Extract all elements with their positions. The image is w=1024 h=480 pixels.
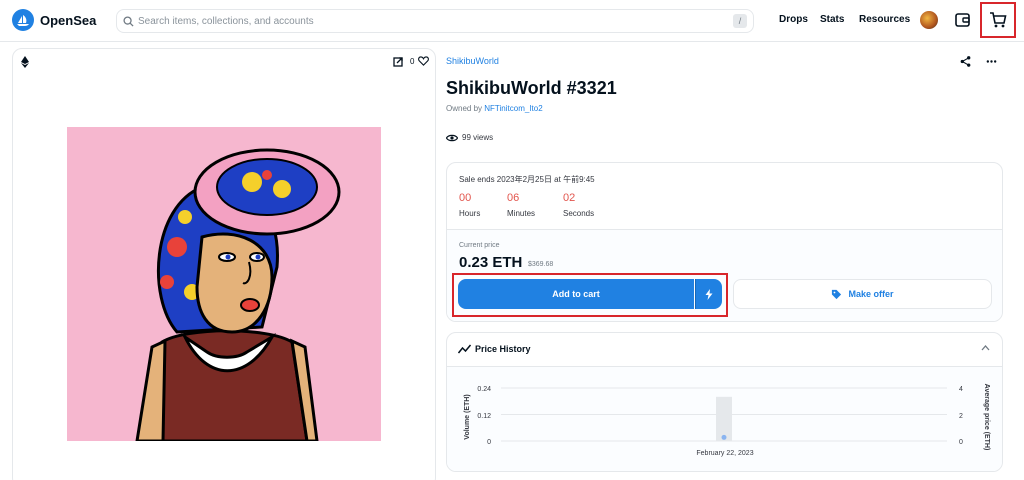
countdown-minutes: 06 Minutes bbox=[507, 192, 535, 218]
price-history-panel: Price History Volume (ETH) Average price… bbox=[446, 332, 1003, 472]
views-text: 99 views bbox=[462, 133, 494, 142]
left-tick-label: 0 bbox=[487, 439, 491, 446]
nft-image-panel: 0 bbox=[12, 48, 436, 480]
more-options-icon[interactable] bbox=[986, 56, 997, 67]
countdown-label: Seconds bbox=[563, 209, 595, 218]
right-tick-label: 4 bbox=[959, 386, 963, 393]
price-history-chart-area: Volume (ETH) Average price (ETH) 0.24 0.… bbox=[447, 367, 1002, 471]
nft-title: ShikibuWorld #3321 bbox=[446, 78, 617, 98]
right-tick-label: 0 bbox=[959, 439, 963, 446]
search-input[interactable] bbox=[138, 15, 718, 27]
make-offer-label: Make offer bbox=[848, 289, 894, 299]
expand-icon[interactable] bbox=[393, 57, 403, 67]
tag-icon bbox=[832, 289, 842, 299]
right-tick-label: 2 bbox=[959, 413, 963, 420]
ethereum-icon bbox=[21, 56, 29, 68]
current-price-label: Current price bbox=[459, 242, 500, 249]
wallet-button[interactable] bbox=[954, 11, 972, 29]
countdown-value: 02 bbox=[563, 192, 576, 204]
sale-ends-text: Sale ends 2023年2月25日 at 午前9:45 bbox=[459, 175, 595, 184]
countdown-hours: 00 Hours bbox=[459, 192, 480, 218]
trending-icon bbox=[458, 344, 471, 354]
profile-avatar[interactable] bbox=[920, 11, 938, 29]
collection-link[interactable]: ShikibuWorld bbox=[446, 56, 499, 66]
price-history-title: Price History bbox=[475, 344, 531, 354]
owned-by-label: Owned by bbox=[446, 104, 483, 113]
countdown-value: 00 bbox=[459, 192, 472, 204]
cart-button[interactable] bbox=[980, 2, 1016, 38]
image-toolbar: 0 bbox=[13, 49, 435, 75]
quick-buy-button[interactable] bbox=[695, 279, 722, 309]
view-count: 99 views bbox=[446, 133, 493, 142]
search-icon bbox=[123, 15, 134, 27]
owner-link[interactable]: NFTinitcom_Ito2 bbox=[484, 104, 542, 113]
price-usd: $369.68 bbox=[528, 261, 554, 268]
countdown-label: Hours bbox=[459, 209, 481, 218]
favorite-count: 0 bbox=[410, 57, 415, 66]
eye-icon bbox=[446, 134, 458, 141]
nav-drops[interactable]: Drops bbox=[779, 14, 808, 25]
owned-by: Owned by NFTinitcom_Ito2 bbox=[446, 104, 543, 113]
make-offer-button[interactable]: Make offer bbox=[733, 279, 992, 309]
add-to-cart-button[interactable]: Add to cart bbox=[458, 279, 694, 309]
wallet-icon bbox=[955, 13, 970, 27]
top-navbar: OpenSea / Drops Stats Resources bbox=[0, 0, 1024, 42]
search-shortcut-key: / bbox=[733, 14, 747, 28]
left-tick-label: 0.24 bbox=[477, 386, 491, 393]
search-bar[interactable]: / bbox=[116, 9, 754, 33]
price-history-header[interactable]: Price History bbox=[447, 333, 1002, 367]
nft-artwork[interactable] bbox=[67, 127, 381, 441]
cart-icon bbox=[990, 12, 1007, 28]
countdown-seconds: 02 Seconds bbox=[563, 192, 594, 218]
heart-icon[interactable] bbox=[418, 56, 429, 66]
share-icon[interactable] bbox=[960, 56, 971, 67]
x-tick-label: February 22, 2023 bbox=[696, 450, 753, 457]
nav-stats[interactable]: Stats bbox=[820, 14, 844, 25]
left-axis-label: Volume (ETH) bbox=[464, 394, 471, 439]
volume-bar[interactable] bbox=[716, 396, 732, 441]
countdown-label: Minutes bbox=[507, 209, 536, 218]
opensea-logo[interactable]: OpenSea bbox=[12, 9, 96, 31]
logo-text: OpenSea bbox=[40, 12, 97, 28]
countdown-value: 06 bbox=[507, 192, 520, 204]
right-axis-label: Average price (ETH) bbox=[983, 384, 990, 451]
lightning-icon bbox=[705, 288, 713, 300]
average-price-point[interactable] bbox=[721, 434, 727, 440]
price-history-chart: Volume (ETH) Average price (ETH) 0.24 0.… bbox=[464, 384, 990, 457]
left-tick-label: 0.12 bbox=[477, 413, 491, 420]
nav-resources[interactable]: Resources bbox=[859, 14, 910, 25]
opensea-logo-icon bbox=[12, 9, 34, 31]
chevron-up-icon[interactable] bbox=[981, 345, 990, 351]
price-eth: 0.23 ETH bbox=[459, 254, 523, 271]
